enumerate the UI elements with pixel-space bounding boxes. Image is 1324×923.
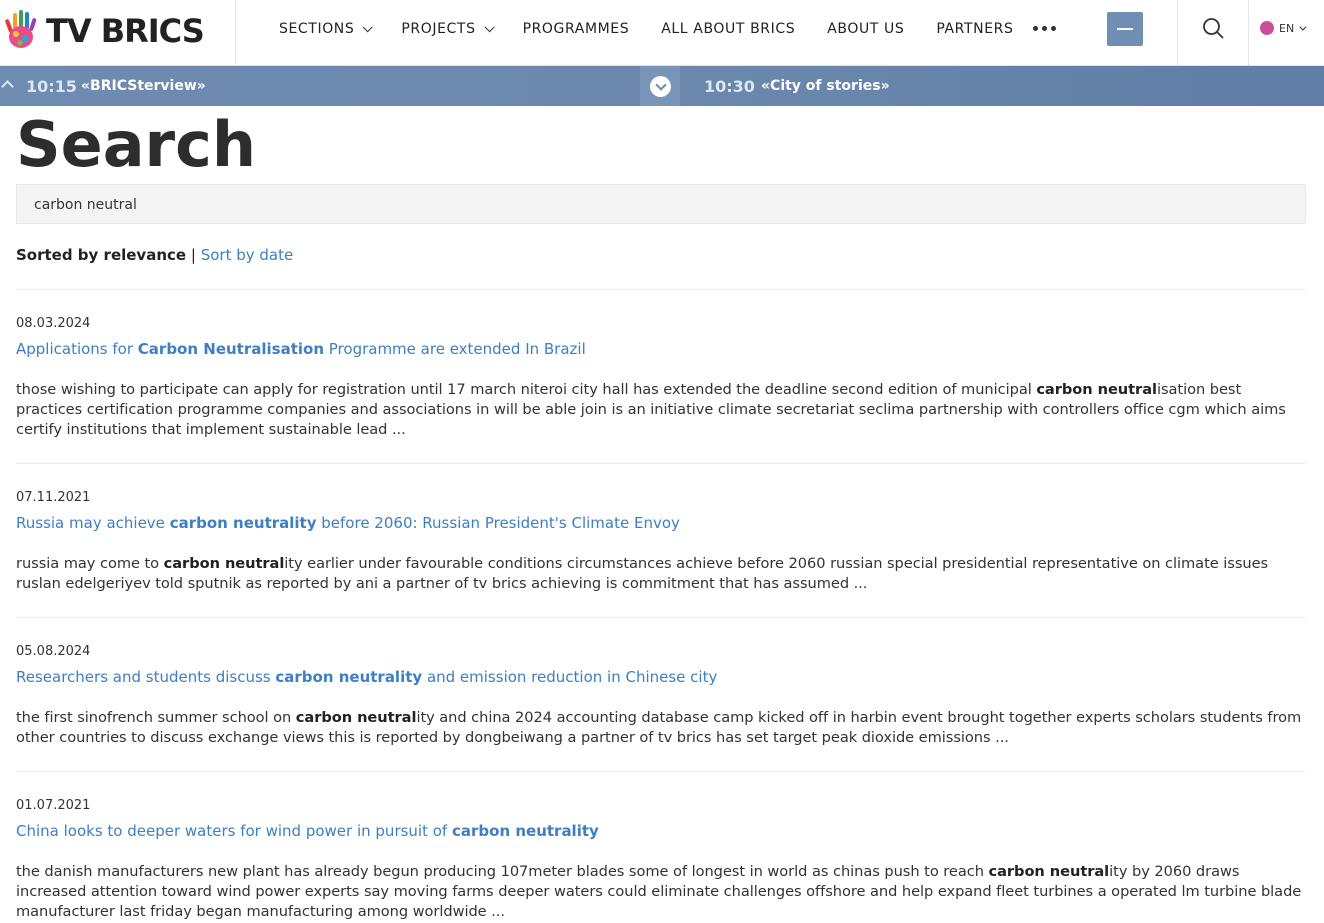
language-dot-icon (1260, 21, 1274, 35)
language-selector[interactable]: EN (1260, 21, 1307, 35)
nav-item-partners[interactable]: PARTNERS (936, 21, 1013, 37)
header-divider (1177, 0, 1178, 66)
nav-label: SECTIONS (279, 21, 355, 37)
result-date: 05.08.2024 (16, 644, 91, 659)
result-date: 08.03.2024 (16, 316, 91, 331)
search-result: 05.08.2024 Researchers and students disc… (16, 644, 1308, 748)
nav-label: ALL ABOUT BRICS (661, 21, 796, 37)
header-divider (1248, 0, 1249, 66)
nav-label: ABOUT US (827, 21, 905, 37)
header-divider (235, 0, 236, 66)
current-time: 10:15 (26, 77, 77, 96)
expand-schedule-icon[interactable] (650, 76, 671, 97)
result-snippet: those wishing to participate can apply f… (16, 381, 1286, 438)
search-result: 07.11.2021 Russia may achieve carbon neu… (16, 490, 1308, 594)
result-snippet: the danish manufacturers new plant has a… (16, 863, 1302, 920)
chevron-down-icon (363, 21, 373, 32)
result-title-link[interactable]: China looks to deeper waters for wind po… (16, 822, 1308, 842)
language-label: EN (1279, 21, 1295, 35)
site-header: TV BRICS SECTIONS PROJECTS PROGRAMMES AL… (0, 0, 1324, 66)
divider (16, 617, 1305, 618)
search-result: 01.07.2021 China looks to deeper waters … (16, 798, 1308, 922)
divider (16, 771, 1305, 772)
current-show[interactable]: «BRICSterview» (81, 78, 206, 94)
divider (16, 289, 1305, 290)
hand-logo-icon (5, 10, 37, 48)
next-show[interactable]: «City of stories» (761, 78, 890, 94)
main-nav: SECTIONS PROJECTS PROGRAMMES ALL ABOUT B… (279, 0, 1045, 58)
nav-label: PROJECTS (401, 21, 476, 37)
logo-text: TV BRICS (46, 12, 205, 50)
result-title-link[interactable]: Researchers and students discuss carbon … (16, 668, 1308, 688)
divider (16, 463, 1305, 464)
nav-item-sections[interactable]: SECTIONS (279, 21, 373, 37)
search-icon[interactable] (1202, 17, 1224, 39)
result-snippet: the first sinofrench summer school on ca… (16, 709, 1302, 746)
result-title-link[interactable]: Applications for Carbon Neutralisation P… (16, 340, 1308, 360)
result-date: 01.07.2021 (16, 798, 91, 813)
nav-item-programmes[interactable]: PROGRAMMES (523, 21, 630, 37)
page-title: Search (16, 108, 257, 181)
site-logo[interactable]: TV BRICS (3, 8, 233, 54)
sort-current-label: Sorted by relevance (16, 246, 187, 264)
result-snippet: russia may come to carbon neutrality ear… (16, 555, 1269, 592)
hamburger-icon[interactable] (1107, 12, 1143, 46)
sort-by-date-link[interactable]: Sort by date (201, 246, 294, 264)
chevron-down-icon (1299, 23, 1307, 31)
chevron-down-icon (484, 21, 495, 32)
nav-item-all-about-brics[interactable]: ALL ABOUT BRICS (661, 21, 795, 37)
schedule-bar: 10:15 «BRICSterview» 10:30 «City of stor… (0, 66, 1324, 106)
sort-controls: Sorted by relevance | Sort by date (16, 246, 293, 264)
nav-item-about-us[interactable]: ABOUT US (827, 21, 904, 37)
ellipsis-icon[interactable] (1033, 26, 1056, 31)
nav-label: PROGRAMMES (522, 21, 630, 37)
sort-separator: | (190, 246, 196, 264)
chevron-up-icon[interactable] (1, 80, 14, 93)
result-title-link[interactable]: Russia may achieve carbon neutrality bef… (16, 514, 1308, 534)
result-date: 07.11.2021 (16, 490, 91, 505)
nav-item-projects[interactable]: PROJECTS (401, 21, 495, 37)
search-result: 08.03.2024 Applications for Carbon Neutr… (16, 316, 1308, 440)
nav-label: PARTNERS (936, 21, 1014, 37)
search-input[interactable]: carbon neutral (16, 184, 1306, 224)
next-time: 10:30 (704, 77, 755, 96)
